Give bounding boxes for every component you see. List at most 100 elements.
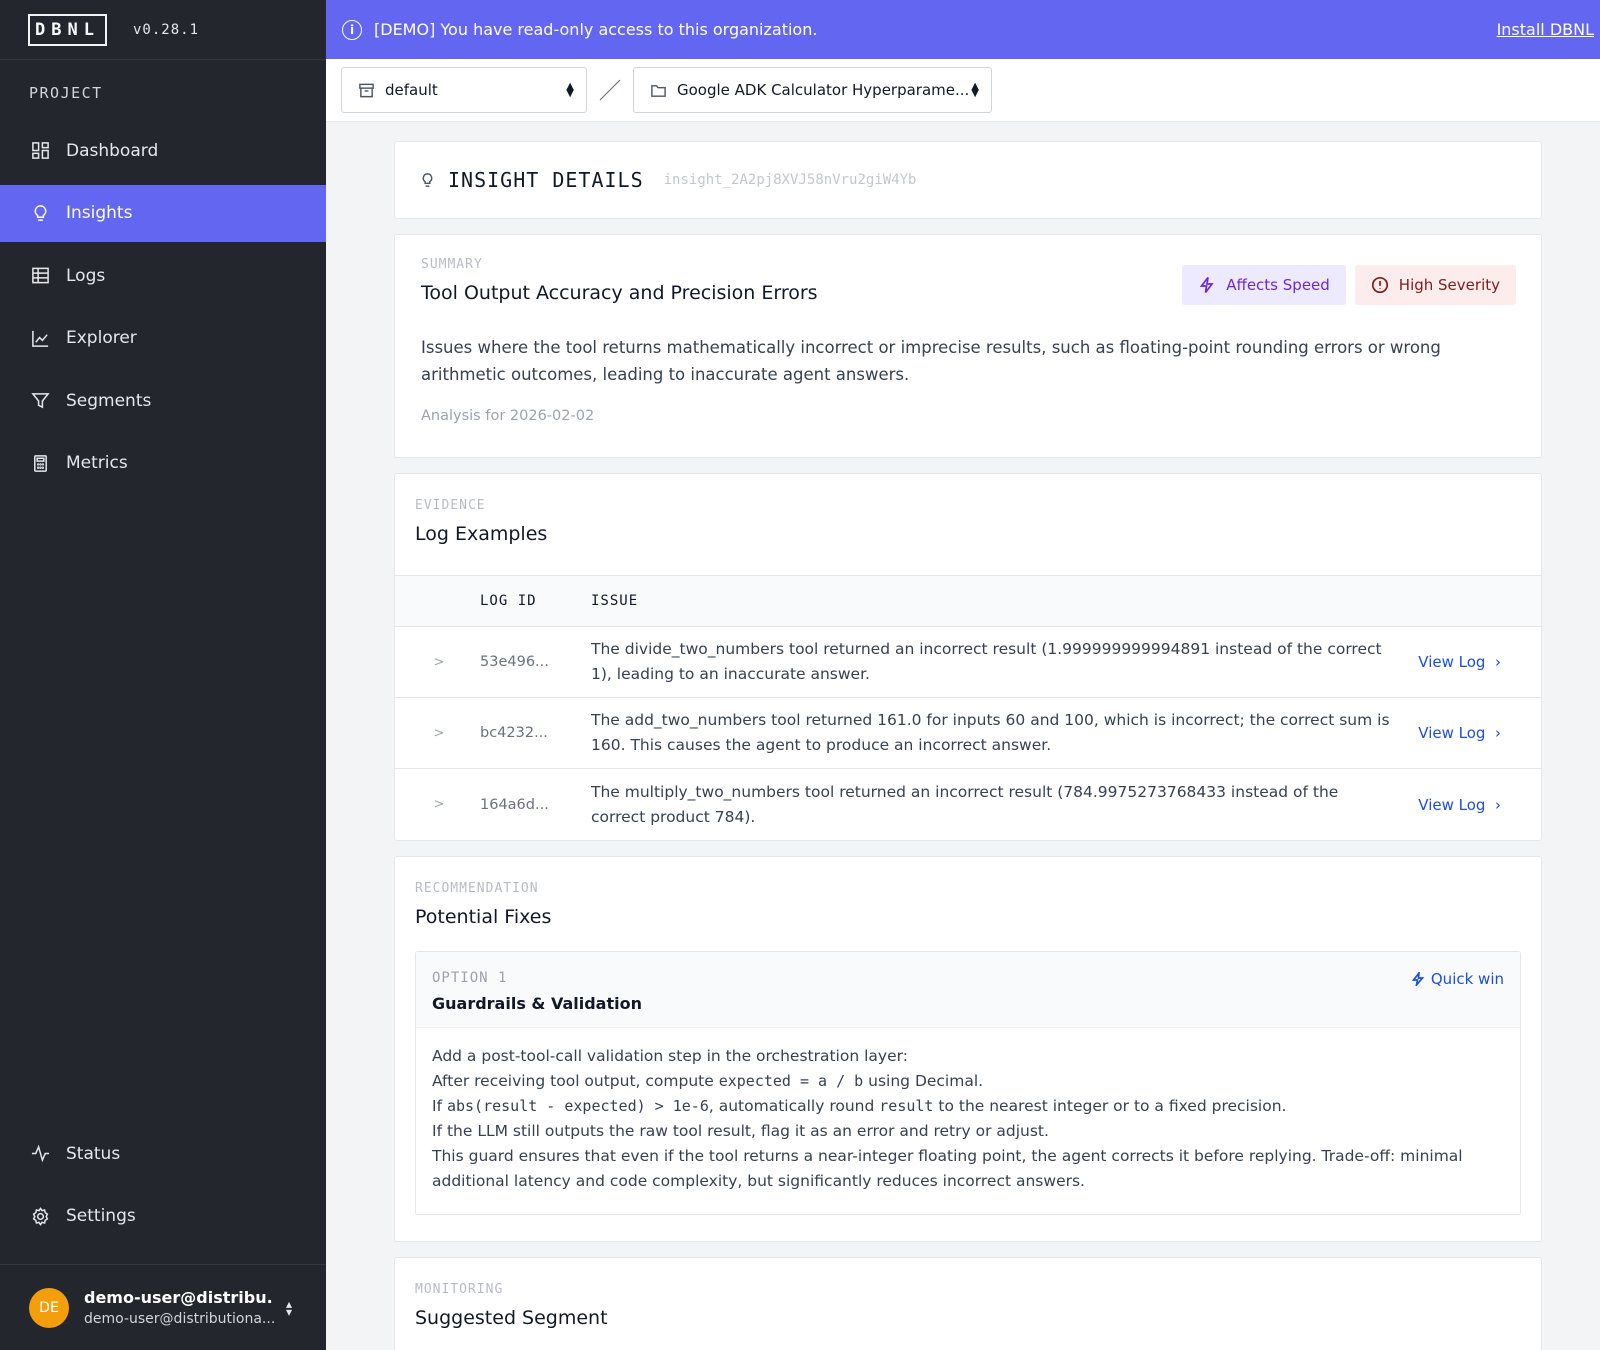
recommendation-title: Potential Fixes: [415, 906, 552, 928]
chevron-right-icon[interactable]: >: [395, 797, 480, 812]
evidence-title: Log Examples: [415, 523, 548, 545]
lightbulb-icon: [422, 172, 433, 187]
sidebar-item-explorer[interactable]: Explorer: [0, 310, 326, 367]
fix-option-body: Add a post-tool-call validation step in …: [416, 1028, 1520, 1214]
activity-icon: [30, 1144, 50, 1164]
dashboard-icon: [30, 141, 50, 161]
sidebar-item-label: Settings: [66, 1206, 136, 1227]
fix-option: OPTION 1 Guardrails & Validation Quick w…: [415, 951, 1521, 1215]
lightning-icon: [1411, 972, 1425, 986]
view-log-label: View Log: [1418, 795, 1486, 814]
sidebar-item-settings[interactable]: Settings: [0, 1188, 326, 1245]
chevron-updown-icon: ▲ ▼: [566, 81, 574, 99]
log-id-cell: bc4232...: [480, 725, 548, 741]
table-header: LOG ID ISSUE: [395, 575, 1541, 627]
gear-icon: [30, 1206, 50, 1226]
column-header-log-id: LOG ID: [480, 593, 537, 609]
project-toolbar: default ▲ ▼ Google ADK Calculator Hyperpa…: [326, 59, 1600, 122]
sidebar-item-status[interactable]: Status: [0, 1125, 326, 1182]
fix-line: If abs(result - expected) > 1e-6, automa…: [432, 1094, 1504, 1119]
user-name: demo-user@distribu...: [84, 1288, 274, 1307]
monitoring-title: Suggested Segment: [415, 1307, 608, 1329]
sidebar-item-label: Status: [66, 1143, 121, 1164]
fix-line: After receiving tool output, compute exp…: [432, 1069, 1504, 1094]
namespace-value: default: [385, 81, 438, 99]
fix-line: Add a post-tool-call validation step in …: [432, 1047, 908, 1065]
fix-line: This guard ensures that even if the tool…: [432, 1147, 1463, 1190]
evidence-card: EVIDENCE Log Examples LOG ID ISSUE > 53e…: [394, 473, 1542, 841]
user-email: demo-user@distributiona...: [84, 1311, 274, 1327]
app-version: v0.28.1: [133, 21, 200, 38]
fix-line: If the LLM still outputs the raw tool re…: [432, 1122, 1049, 1140]
table-icon: [30, 266, 50, 286]
issue-cell: The divide_two_numbers tool returned an …: [591, 640, 1382, 683]
sidebar-item-segments[interactable]: Segments: [0, 372, 326, 429]
severity-badge: High Severity: [1354, 265, 1516, 305]
filter-icon: [30, 391, 50, 411]
chevron-right-icon[interactable]: >: [395, 655, 480, 670]
dbnl-logo[interactable]: D B N L: [28, 13, 107, 46]
sidebar-item-label: Logs: [66, 265, 106, 286]
archive-icon: [359, 83, 374, 97]
calculator-icon: [30, 453, 50, 473]
badge-label: Affects Speed: [1226, 276, 1330, 294]
sidebar-item-dashboard[interactable]: Dashboard: [0, 122, 326, 179]
log-id-cell: 53e496...: [480, 654, 549, 670]
page-title: INSIGHT DETAILS: [448, 168, 644, 192]
brand-header: D B N L v0.28.1: [0, 0, 326, 60]
view-log-link[interactable]: View Log ›: [1418, 796, 1501, 814]
table-row: > bc4232... The add_two_numbers tool ret…: [395, 698, 1541, 769]
table-row: > 53e496... The divide_two_numbers tool …: [395, 627, 1541, 698]
breadcrumb-separator: [587, 67, 633, 113]
avatar: DE: [29, 1287, 69, 1328]
summary-card: SUMMARY Tool Output Accuracy and Precisi…: [394, 234, 1542, 458]
project-select[interactable]: Google ADK Calculator Hyperparame... ▲ ▼: [633, 67, 992, 113]
quick-win-label: Quick win: [1430, 970, 1504, 988]
fix-text: , automatically round: [708, 1097, 880, 1115]
issue-cell: The add_two_numbers tool returned 161.0 …: [591, 711, 1390, 754]
namespace-select[interactable]: default ▲ ▼: [341, 67, 587, 113]
demo-banner: i [DEMO] You have read-only access to th…: [326, 0, 1600, 59]
section-kicker: EVIDENCE: [415, 498, 486, 513]
code-snippet: expected = a / b: [718, 1072, 864, 1090]
sidebar-item-label: Insights: [66, 203, 133, 224]
sidebar-item-label: Dashboard: [66, 140, 159, 161]
view-log-label: View Log: [1418, 724, 1486, 742]
sidebar-item-label: Explorer: [66, 328, 137, 349]
insight-id: insight_2A2pj8XVJ58nVru2giW4Yb: [663, 172, 917, 188]
view-log-link[interactable]: View Log ›: [1418, 724, 1501, 742]
view-log-link[interactable]: View Log ›: [1418, 653, 1501, 671]
chevron-right-icon: ›: [1485, 795, 1501, 814]
chevron-right-icon[interactable]: >: [395, 726, 480, 741]
fix-text: If: [432, 1097, 447, 1115]
insight-header: INSIGHT DETAILS insight_2A2pj8XVJ58nVru2…: [394, 141, 1542, 219]
monitoring-card: MONITORING Suggested Segment: [394, 1257, 1542, 1350]
user-info: demo-user@distribu... demo-user@distribu…: [84, 1288, 274, 1327]
column-header-issue: ISSUE: [591, 592, 639, 609]
install-dbnl-link[interactable]: Install DBNL: [1497, 20, 1594, 39]
line-chart-icon: [30, 328, 50, 348]
sidebar: D B N L v0.28.1 PROJECT Dashboard Insigh…: [0, 0, 326, 1350]
sidebar-item-label: Segments: [66, 390, 152, 411]
lightning-icon: [1200, 276, 1214, 294]
fix-text: to the nearest integer or to a fixed pre…: [933, 1097, 1287, 1115]
main-content: INSIGHT DETAILS insight_2A2pj8XVJ58nVru2…: [394, 141, 1542, 1350]
chevron-updown-icon[interactable]: ▴ ▾: [286, 1298, 292, 1318]
lightbulb-icon: [30, 203, 50, 223]
badge-label: High Severity: [1398, 276, 1500, 294]
sidebar-item-insights[interactable]: Insights: [0, 184, 326, 242]
folder-icon: [651, 84, 666, 97]
user-menu[interactable]: DE demo-user@distribu... demo-user@distr…: [0, 1264, 326, 1350]
banner-message: [DEMO] You have read-only access to this…: [374, 20, 818, 39]
sidebar-item-logs[interactable]: Logs: [0, 247, 326, 304]
table-row: > 164a6d... The multiply_two_numbers too…: [395, 769, 1541, 840]
quick-win-tag: Quick win: [1411, 970, 1504, 988]
section-kicker: RECOMMENDATION: [415, 881, 539, 896]
fix-text: After receiving tool output, compute: [432, 1072, 719, 1090]
option-label: OPTION 1: [432, 970, 508, 986]
chevron-right-icon: ›: [1485, 653, 1501, 671]
recommendation-card: RECOMMENDATION Potential Fixes OPTION 1 …: [394, 856, 1542, 1242]
sidebar-item-metrics[interactable]: Metrics: [0, 435, 326, 492]
view-log-label: View Log: [1418, 653, 1486, 671]
code-snippet: abs(result - expected) > 1e-6: [446, 1097, 709, 1115]
